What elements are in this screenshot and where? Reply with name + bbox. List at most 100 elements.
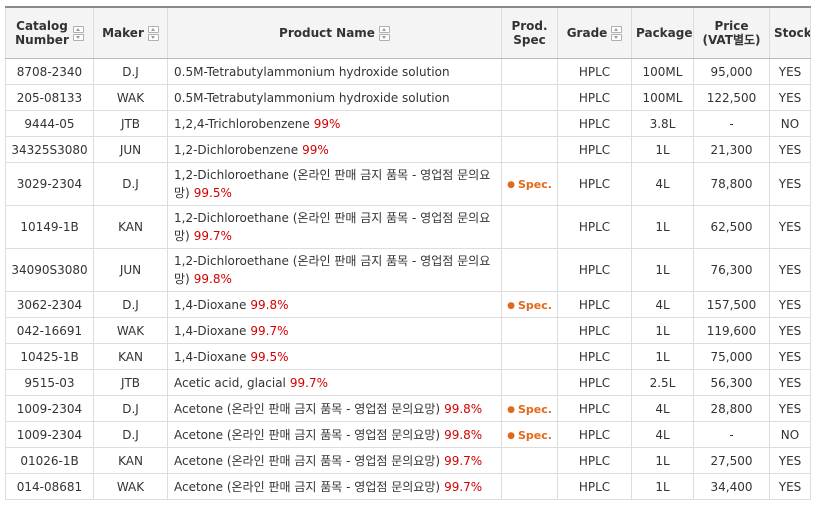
- table-row[interactable]: 9444-05 JTB 1,2,4-Trichlorobenzene 99% HPLC 3…: [5, 110, 811, 137]
- table-row[interactable]: 9515-03 JTB Acetic acid, glacial 99.7% HPLC 2…: [5, 369, 811, 396]
- product-name-text[interactable]: Acetone (온라인 판매 금지 품목 - 영업점 문의요망): [174, 402, 440, 416]
- table-row[interactable]: 3029-2304 D.J 1,2-Dichloroethane (온라인 판매 금…: [5, 162, 811, 206]
- maker-cell: D.J: [93, 395, 168, 422]
- spec-link[interactable]: ● Spec.: [507, 176, 552, 194]
- catalog-number-cell: 1009-2304: [5, 395, 94, 422]
- prod-spec-header: Prod. Spec: [501, 6, 558, 59]
- catalog-header-line1: Catalog: [16, 19, 68, 33]
- maker-header[interactable]: Maker: [93, 6, 168, 59]
- maker-cell: KAN: [93, 447, 168, 474]
- grade-cell: HPLC: [557, 473, 632, 500]
- product-name-text[interactable]: 0.5M-Tetrabutylammonium hydroxide soluti…: [174, 91, 450, 105]
- package-cell: 100ML: [631, 84, 694, 111]
- purity-value: 99.5%: [250, 349, 289, 364]
- product-name-cell: Acetone (온라인 판매 금지 품목 - 영업점 문의요망) 99.8%: [167, 421, 502, 448]
- stock-cell: YES: [769, 395, 811, 422]
- product-name-text[interactable]: 0.5M-Tetrabutylammonium hydroxide soluti…: [174, 65, 450, 79]
- price-header: Price (VAT별도): [693, 6, 770, 59]
- product-header-label: Product Name: [279, 26, 375, 40]
- product-name-cell: 0.5M-Tetrabutylammonium hydroxide soluti…: [167, 58, 502, 85]
- catalog-number-cell: 205-08133: [5, 84, 94, 111]
- package-cell: 3.8L: [631, 110, 694, 137]
- prod-spec-cell: [501, 248, 558, 292]
- catalog-number-cell: 8708-2340: [5, 58, 94, 85]
- spec-link[interactable]: ● Spec.: [507, 297, 552, 315]
- spec-header-line2: Spec: [513, 33, 546, 47]
- catalog-number-cell: 9515-03: [5, 369, 94, 396]
- stock-cell: YES: [769, 248, 811, 292]
- table-row[interactable]: 014-08681 WAK Acetone (온라인 판매 금지 품목 - 영업점 …: [5, 473, 811, 500]
- price-cell: 75,000: [693, 343, 770, 370]
- grade-cell: HPLC: [557, 110, 632, 137]
- sort-icon[interactable]: [611, 25, 623, 41]
- package-cell: 1L: [631, 205, 694, 249]
- package-header-label: Package: [636, 26, 693, 40]
- maker-cell: WAK: [93, 317, 168, 344]
- table-row[interactable]: 34325S3080 JUN 1,2-Dichlorobenzene 99% HPLC 1…: [5, 136, 811, 163]
- catalog-number-header[interactable]: Catalog Number: [5, 6, 94, 59]
- spec-link[interactable]: ● Spec.: [507, 401, 552, 419]
- maker-cell: KAN: [93, 205, 168, 249]
- table-header: Catalog Number Maker Product Name Prod. …: [5, 6, 811, 59]
- sort-icon[interactable]: [72, 25, 84, 41]
- spec-label: Spec.: [517, 178, 552, 191]
- price-cell: 78,800: [693, 162, 770, 206]
- spec-header-line1: Prod.: [511, 19, 548, 33]
- prod-spec-cell: [501, 369, 558, 396]
- product-name-text[interactable]: 1,2,4-Trichlorobenzene: [174, 117, 310, 131]
- prod-spec-cell: [501, 58, 558, 85]
- product-name-text[interactable]: 1,4-Dioxane: [174, 350, 246, 364]
- bullet-dot-icon: ●: [507, 404, 515, 415]
- maker-cell: JUN: [93, 248, 168, 292]
- table-row[interactable]: 01026-1B KAN Acetone (온라인 판매 금지 품목 - 영업점 문…: [5, 447, 811, 474]
- package-cell: 1L: [631, 343, 694, 370]
- prod-spec-cell: ● Spec.: [501, 291, 558, 318]
- product-name-text[interactable]: 1,4-Dioxane: [174, 298, 246, 312]
- catalog-number-cell: 042-16691: [5, 317, 94, 344]
- sort-icon[interactable]: [378, 25, 390, 41]
- table-row[interactable]: 205-08133 WAK 0.5M-Tetrabutylammonium hydr…: [5, 84, 811, 111]
- table-row[interactable]: 1009-2304 D.J Acetone (온라인 판매 금지 품목 - 영업점 …: [5, 421, 811, 448]
- product-name-cell: 1,2-Dichloroethane (온라인 판매 금지 품목 - 영업점 문…: [167, 162, 502, 206]
- product-name-text[interactable]: Acetone (온라인 판매 금지 품목 - 영업점 문의요망): [174, 454, 440, 468]
- table-row[interactable]: 34090S3080 JUN 1,2-Dichloroethane (온라인 판매 …: [5, 248, 811, 292]
- purity-value: 99.5%: [193, 186, 232, 200]
- purity-value: 99.8%: [444, 401, 483, 416]
- product-name-text[interactable]: Acetone (온라인 판매 금지 품목 - 영업점 문의요망): [174, 428, 440, 442]
- stock-cell: YES: [769, 343, 811, 370]
- purity-value: 99%: [302, 142, 329, 157]
- prod-spec-cell: [501, 317, 558, 344]
- table-row[interactable]: 8708-2340 D.J 0.5M-Tetrabutylammonium hydr…: [5, 58, 811, 85]
- table-row[interactable]: 1009-2304 D.J Acetone (온라인 판매 금지 품목 - 영업점 …: [5, 395, 811, 422]
- product-name-text[interactable]: 1,4-Dioxane: [174, 324, 246, 338]
- package-cell: 4L: [631, 421, 694, 448]
- catalog-number-cell: 014-08681: [5, 473, 94, 500]
- maker-cell: JTB: [93, 369, 168, 396]
- table-row[interactable]: 10425-1B KAN 1,4-Dioxane 99.5% HPLC 1L 75,000 Y…: [5, 343, 811, 370]
- stock-cell: YES: [769, 473, 811, 500]
- maker-cell: D.J: [93, 162, 168, 206]
- grade-cell: HPLC: [557, 395, 632, 422]
- product-name-text[interactable]: Acetic acid, glacial: [174, 376, 286, 390]
- stock-cell: NO: [769, 110, 811, 137]
- stock-header-label: Stock: [774, 26, 811, 40]
- grade-header[interactable]: Grade: [557, 6, 632, 59]
- table-row[interactable]: 042-16691 WAK 1,4-Dioxane 99.7% HPLC 1L 119,60…: [5, 317, 811, 344]
- prod-spec-cell: ● Spec.: [501, 395, 558, 422]
- spec-label: Spec.: [517, 402, 552, 416]
- maker-cell: D.J: [93, 291, 168, 318]
- product-name-text[interactable]: 1,2-Dichlorobenzene: [174, 143, 298, 157]
- prod-spec-cell: [501, 447, 558, 474]
- table-row[interactable]: 3062-2304 D.J 1,4-Dioxane 99.8% ● Spec. HPLC 4L…: [5, 291, 811, 318]
- sort-icon[interactable]: [147, 25, 159, 41]
- stock-cell: NO: [769, 421, 811, 448]
- price-cell: -: [693, 110, 770, 137]
- spec-link[interactable]: ● Spec.: [507, 427, 552, 445]
- package-cell: 2.5L: [631, 369, 694, 396]
- purity-value: 99.7%: [193, 229, 232, 243]
- price-cell: 62,500: [693, 205, 770, 249]
- table-row[interactable]: 10149-1B KAN 1,2-Dichloroethane (온라인 판매 금지…: [5, 205, 811, 249]
- product-name-text[interactable]: Acetone (온라인 판매 금지 품목 - 영업점 문의요망): [174, 480, 440, 494]
- product-name-header[interactable]: Product Name: [167, 6, 502, 59]
- maker-cell: D.J: [93, 58, 168, 85]
